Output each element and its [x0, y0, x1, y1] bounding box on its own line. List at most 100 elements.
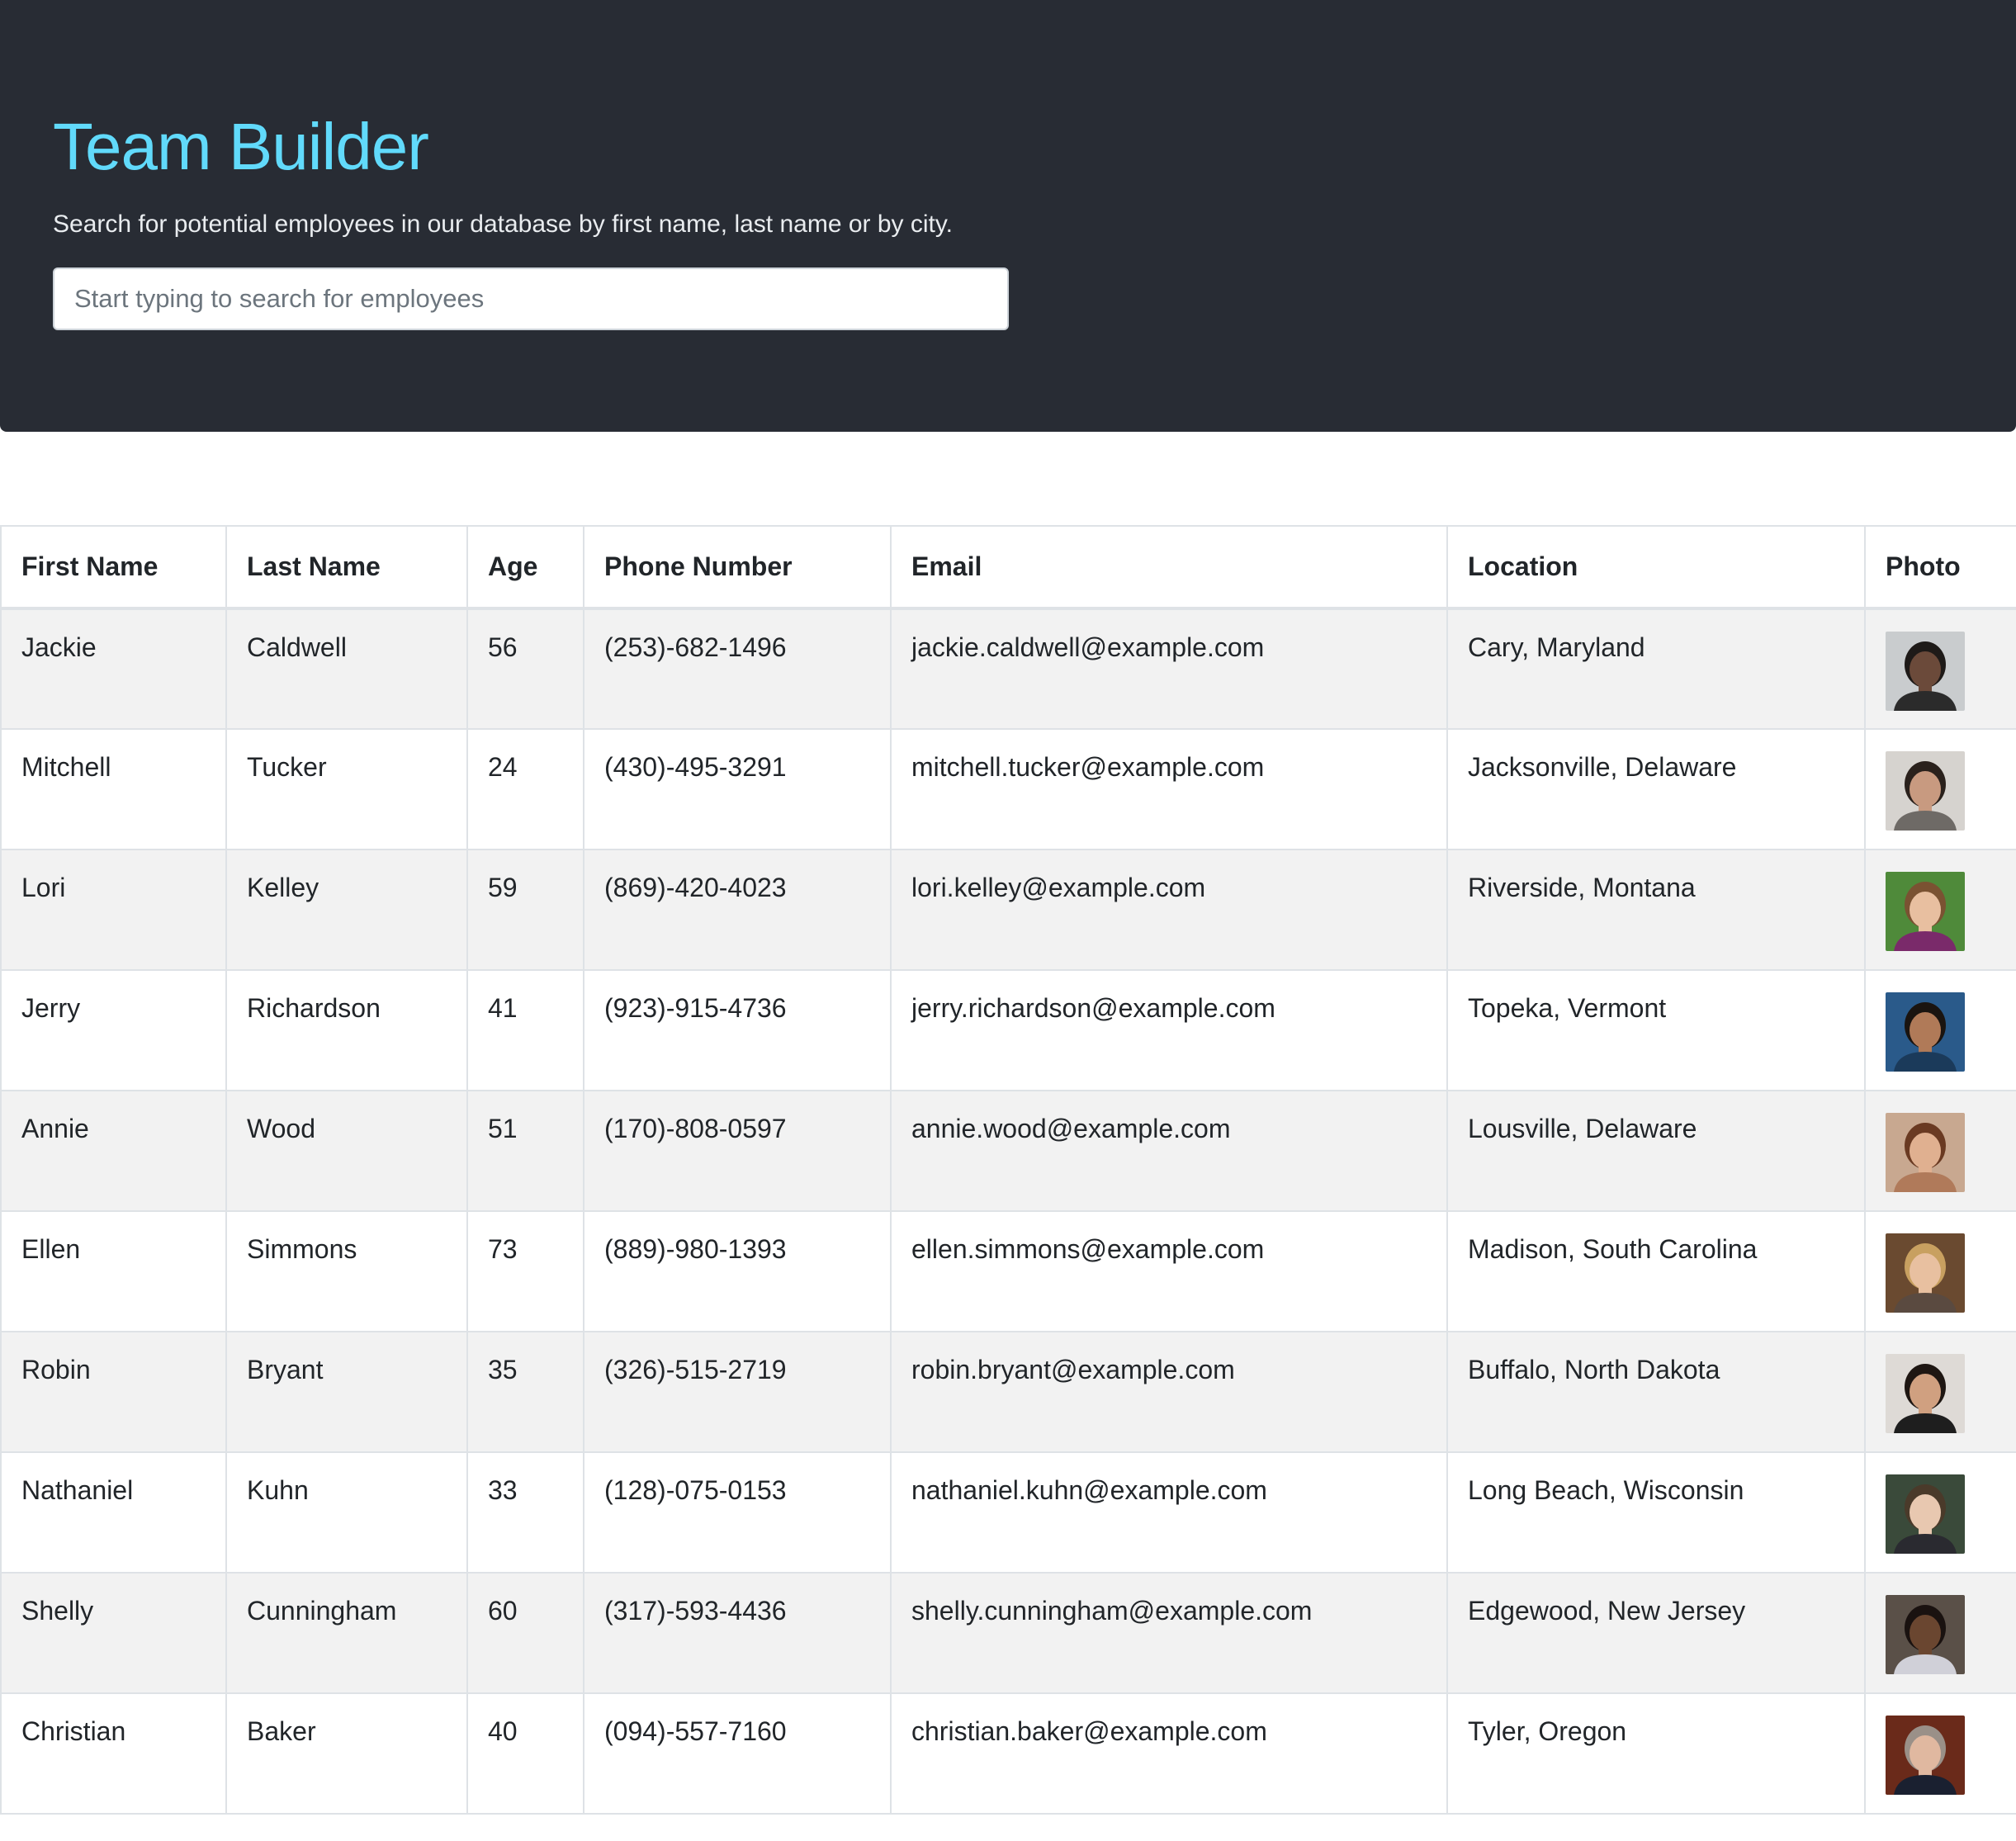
photo-cell: [1864, 969, 2016, 1091]
table-row: Mitchell Tucker 24 (430)-495-3291 mitchell.t…: [0, 728, 2016, 850]
location-cell: Edgewood, New Jersey: [1446, 1572, 1866, 1694]
phone-cell: (094)-557-7160: [583, 1692, 892, 1815]
search-input[interactable]: [53, 267, 1009, 330]
photo-cell: [1864, 1572, 2016, 1694]
table-row: Jackie Caldwell 56 (253)-682-1496 jackie.cal…: [0, 608, 2016, 730]
column-header-photo: Photo: [1864, 525, 2016, 610]
last-name-cell: Caldwell: [225, 608, 468, 730]
phone-cell: (430)-495-3291: [583, 728, 892, 850]
age-cell: 35: [466, 1331, 584, 1453]
table-row: Robin Bryant 35 (326)-515-2719 robin.bryant@…: [0, 1331, 2016, 1453]
employee-table: First Name Last Name Age Phone Number Em…: [0, 525, 2016, 1815]
photo-cell: [1864, 608, 2016, 730]
email-cell: shelly.cunningham@example.com: [890, 1572, 1448, 1694]
column-header-first-name[interactable]: First Name: [0, 525, 227, 610]
first-name-cell: Jerry: [0, 969, 227, 1091]
email-cell: nathaniel.kuhn@example.com: [890, 1451, 1448, 1574]
table-row: Christian Baker 40 (094)-557-7160 christian.…: [0, 1692, 2016, 1815]
photo-cell: [1864, 1210, 2016, 1332]
age-cell: 56: [466, 608, 584, 730]
location-cell: Lousville, Delaware: [1446, 1090, 1866, 1212]
first-name-cell: Annie: [0, 1090, 227, 1212]
photo-cell: [1864, 849, 2016, 971]
location-cell: Cary, Maryland: [1446, 608, 1866, 730]
email-cell: lori.kelley@example.com: [890, 849, 1448, 971]
age-cell: 33: [466, 1451, 584, 1574]
photo-cell: [1864, 1451, 2016, 1574]
table-row: Lori Kelley 59 (869)-420-4023 lori.kelley@ex…: [0, 849, 2016, 971]
phone-cell: (869)-420-4023: [583, 849, 892, 971]
column-header-location[interactable]: Location: [1446, 525, 1866, 610]
phone-cell: (317)-593-4436: [583, 1572, 892, 1694]
location-cell: Buffalo, North Dakota: [1446, 1331, 1866, 1453]
email-cell: robin.bryant@example.com: [890, 1331, 1448, 1453]
last-name-cell: Cunningham: [225, 1572, 468, 1694]
last-name-cell: Richardson: [225, 969, 468, 1091]
avatar: [1886, 632, 1965, 711]
page-header: Team Builder Search for potential employ…: [0, 0, 2016, 432]
employee-table-container: First Name Last Name Age Phone Number Em…: [0, 525, 2016, 1815]
age-cell: 59: [466, 849, 584, 971]
avatar: [1886, 1233, 1965, 1313]
age-cell: 51: [466, 1090, 584, 1212]
photo-cell: [1864, 1692, 2016, 1815]
table-row: Annie Wood 51 (170)-808-0597 annie.wood@exam…: [0, 1090, 2016, 1212]
last-name-cell: Kelley: [225, 849, 468, 971]
table-row: Ellen Simmons 73 (889)-980-1393 ellen.simmon…: [0, 1210, 2016, 1332]
email-cell: mitchell.tucker@example.com: [890, 728, 1448, 850]
age-cell: 73: [466, 1210, 584, 1332]
last-name-cell: Wood: [225, 1090, 468, 1212]
location-cell: Jacksonville, Delaware: [1446, 728, 1866, 850]
location-cell: Topeka, Vermont: [1446, 969, 1866, 1091]
email-cell: jerry.richardson@example.com: [890, 969, 1448, 1091]
first-name-cell: Jackie: [0, 608, 227, 730]
table-row: Jerry Richardson 41 (923)-915-4736 jerry.ric…: [0, 969, 2016, 1091]
email-cell: ellen.simmons@example.com: [890, 1210, 1448, 1332]
last-name-cell: Kuhn: [225, 1451, 468, 1574]
avatar: [1886, 751, 1965, 831]
location-cell: Long Beach, Wisconsin: [1446, 1451, 1866, 1574]
page-title: Team Builder: [53, 110, 429, 183]
first-name-cell: Shelly: [0, 1572, 227, 1694]
age-cell: 60: [466, 1572, 584, 1694]
avatar: [1886, 1595, 1965, 1674]
column-header-last-name[interactable]: Last Name: [225, 525, 468, 610]
table-body: Jackie Caldwell 56 (253)-682-1496 jackie.cal…: [0, 608, 2016, 1815]
last-name-cell: Baker: [225, 1692, 468, 1815]
location-cell: Madison, South Carolina: [1446, 1210, 1866, 1332]
column-header-age[interactable]: Age: [466, 525, 584, 610]
first-name-cell: Nathaniel: [0, 1451, 227, 1574]
page-subtitle: Search for potential employees in our da…: [53, 211, 953, 238]
table-row: Shelly Cunningham 60 (317)-593-4436 shelly.c…: [0, 1572, 2016, 1694]
photo-cell: [1864, 1331, 2016, 1453]
phone-cell: (923)-915-4736: [583, 969, 892, 1091]
column-header-phone[interactable]: Phone Number: [583, 525, 892, 610]
first-name-cell: Robin: [0, 1331, 227, 1453]
avatar: [1886, 1113, 1965, 1192]
last-name-cell: Bryant: [225, 1331, 468, 1453]
first-name-cell: Ellen: [0, 1210, 227, 1332]
phone-cell: (889)-980-1393: [583, 1210, 892, 1332]
age-cell: 41: [466, 969, 584, 1091]
photo-cell: [1864, 728, 2016, 850]
email-cell: christian.baker@example.com: [890, 1692, 1448, 1815]
avatar: [1886, 1716, 1965, 1795]
avatar: [1886, 872, 1965, 951]
age-cell: 40: [466, 1692, 584, 1815]
last-name-cell: Simmons: [225, 1210, 468, 1332]
photo-cell: [1864, 1090, 2016, 1212]
phone-cell: (128)-075-0153: [583, 1451, 892, 1574]
email-cell: jackie.caldwell@example.com: [890, 608, 1448, 730]
age-cell: 24: [466, 728, 584, 850]
location-cell: Tyler, Oregon: [1446, 1692, 1866, 1815]
phone-cell: (253)-682-1496: [583, 608, 892, 730]
table-header: First Name Last Name Age Phone Number Em…: [0, 525, 2016, 610]
table-row: Nathaniel Kuhn 33 (128)-075-0153 nathaniel.k…: [0, 1451, 2016, 1574]
location-cell: Riverside, Montana: [1446, 849, 1866, 971]
column-header-email[interactable]: Email: [890, 525, 1448, 610]
first-name-cell: Lori: [0, 849, 227, 971]
avatar: [1886, 1354, 1965, 1433]
table-header-row: First Name Last Name Age Phone Number Em…: [0, 525, 2016, 610]
first-name-cell: Christian: [0, 1692, 227, 1815]
first-name-cell: Mitchell: [0, 728, 227, 850]
